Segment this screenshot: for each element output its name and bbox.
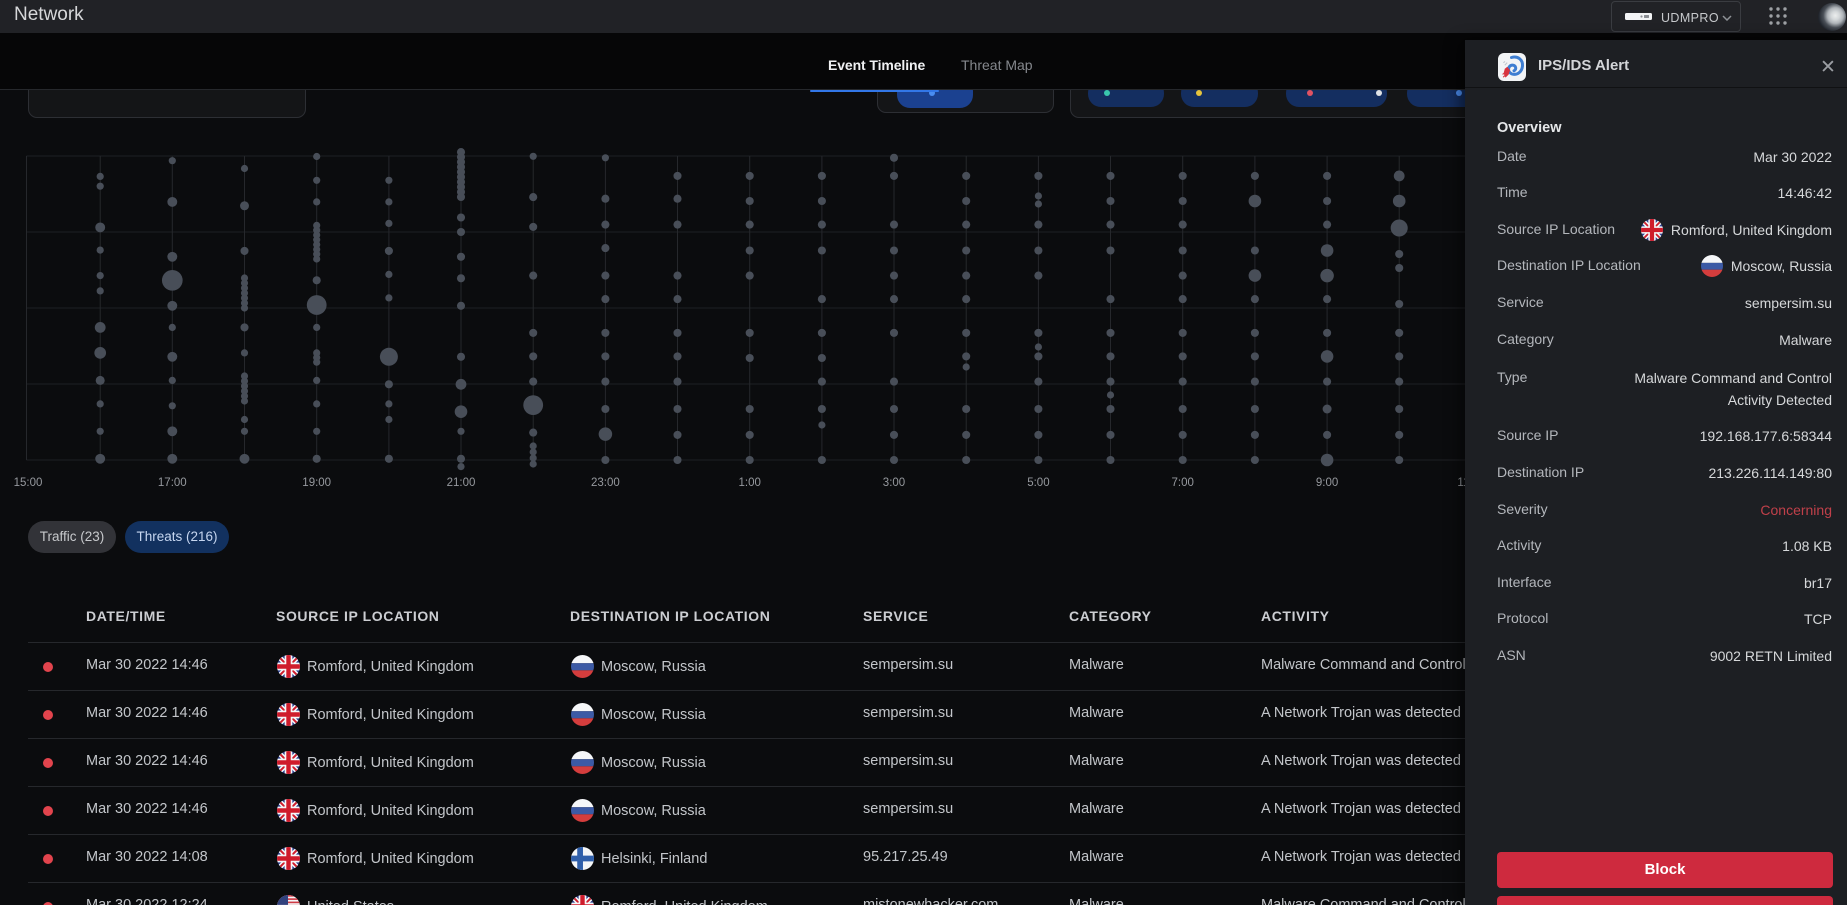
svg-text:1:00: 1:00 <box>739 477 761 489</box>
svg-text:5:00: 5:00 <box>1027 477 1049 489</box>
svg-text:23:00: 23:00 <box>591 477 620 489</box>
svg-text:17:00: 17:00 <box>158 477 187 489</box>
svg-text:3:00: 3:00 <box>883 477 905 489</box>
svg-text:15:00: 15:00 <box>14 477 43 489</box>
svg-text:21:00: 21:00 <box>447 477 476 489</box>
svg-text:9:00: 9:00 <box>1316 477 1338 489</box>
svg-text:7:00: 7:00 <box>1172 477 1194 489</box>
svg-text:19:00: 19:00 <box>302 477 331 489</box>
